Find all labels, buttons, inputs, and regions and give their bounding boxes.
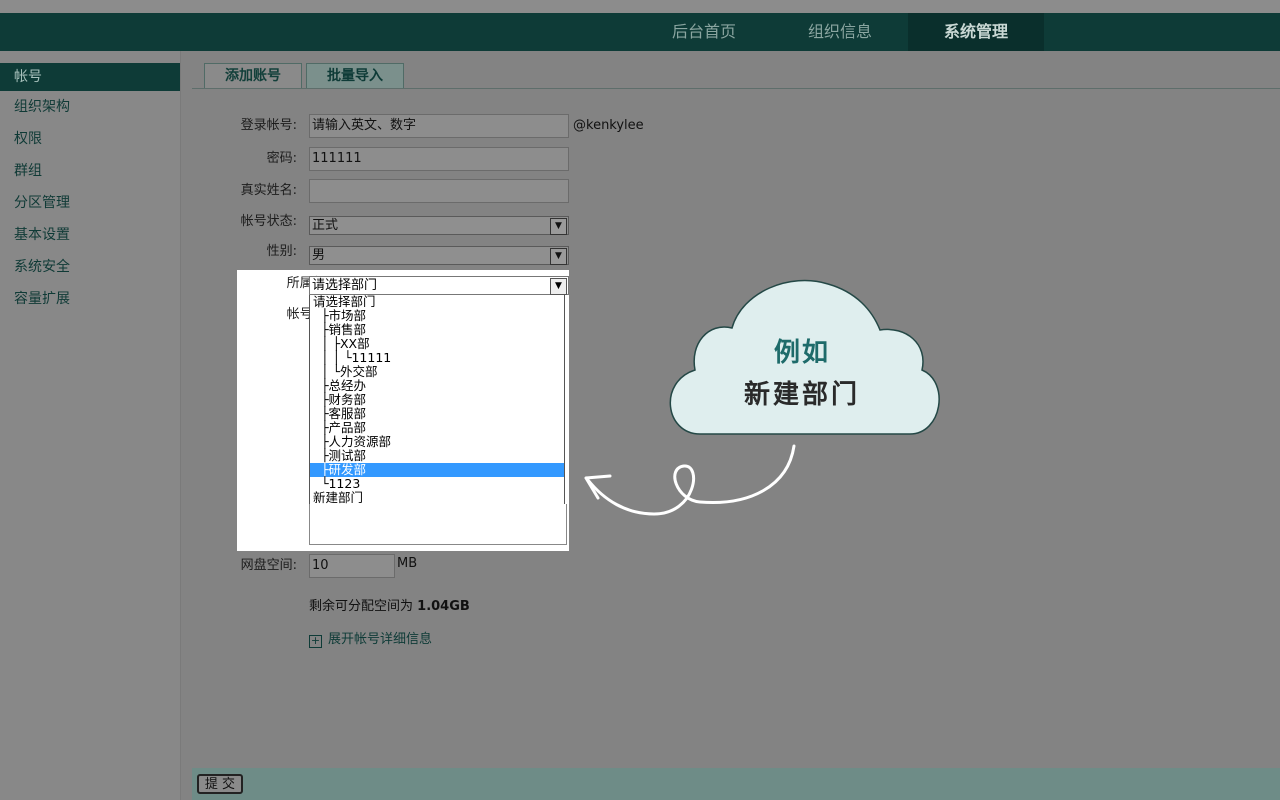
quota-value: 1.04GB bbox=[417, 599, 470, 614]
dept-option[interactable]: ├测试部 bbox=[310, 449, 564, 463]
tab-batch-import[interactable]: 批量导入 bbox=[306, 63, 404, 88]
quota-info: 剩余可分配空间为 1.04GB bbox=[309, 595, 470, 614]
callout-line1: 例如 bbox=[773, 338, 830, 368]
chevron-down-icon[interactable]: ▼ bbox=[550, 218, 567, 235]
dept-option[interactable]: 新建部门 bbox=[310, 491, 564, 505]
login-input[interactable]: 请输入英文、数字 bbox=[309, 114, 569, 138]
callout-line2: 新建部门 bbox=[743, 380, 860, 410]
status-select-value: 正式 bbox=[312, 218, 339, 233]
dept-option[interactable]: │ ├XX部 bbox=[310, 337, 564, 351]
department-options-list[interactable]: 请选择部门 ├市场部 ├销售部 │ ├XX部 │ │ └11111 │ └外交部… bbox=[309, 295, 565, 505]
nav-item-system-admin[interactable]: 系统管理 bbox=[908, 13, 1044, 51]
nav-item-home[interactable]: 后台首页 bbox=[636, 13, 772, 51]
dept-option[interactable]: 请选择部门 bbox=[310, 295, 564, 309]
top-navigation-bar: 后台首页 组织信息 系统管理 bbox=[0, 13, 1280, 51]
department-select-value: 请选择部门 bbox=[312, 278, 378, 293]
form-row-gender: 性别: 男 ▼ bbox=[181, 243, 881, 267]
sidebar-item-basic-settings[interactable]: 基本设置 bbox=[0, 219, 180, 251]
chevron-down-icon[interactable]: ▼ bbox=[550, 278, 567, 295]
form-row-password: 密码: 111111 bbox=[181, 147, 881, 171]
tab-divider bbox=[192, 88, 1280, 89]
sidebar-item-partition[interactable]: 分区管理 bbox=[0, 187, 180, 219]
dept-option[interactable]: ├人力资源部 bbox=[310, 435, 564, 449]
status-select[interactable]: 正式 ▼ bbox=[309, 216, 569, 235]
dept-option[interactable]: ├总经办 bbox=[310, 379, 564, 393]
dept-option[interactable]: ├财务部 bbox=[310, 393, 564, 407]
dept-option[interactable]: ├产品部 bbox=[310, 421, 564, 435]
sidebar-item-account[interactable]: 帐号 bbox=[0, 63, 180, 91]
domain-suffix: @kenkylee bbox=[573, 118, 644, 133]
disk-label: 网盘空间: bbox=[240, 558, 297, 573]
dept-option[interactable]: ├客服部 bbox=[310, 407, 564, 421]
nav-item-org-info[interactable]: 组织信息 bbox=[772, 13, 908, 51]
sidebar-item-org-structure[interactable]: 组织架构 bbox=[0, 91, 180, 123]
expand-details-link[interactable]: + 展开帐号详细信息 bbox=[309, 628, 432, 648]
sidebar: 帐号 组织架构 权限 群组 分区管理 基本设置 系统安全 容量扩展 bbox=[0, 51, 181, 800]
gender-label: 性别: bbox=[266, 244, 297, 259]
realname-label: 真实姓名: bbox=[240, 183, 297, 198]
form-row-disk: 网盘空间: 10 MB bbox=[181, 554, 881, 578]
disk-space-input[interactable]: 10 bbox=[309, 554, 395, 578]
dept-option[interactable]: ├市场部 bbox=[310, 309, 564, 323]
dept-option[interactable]: └1123 bbox=[310, 477, 564, 491]
sidebar-item-capacity[interactable]: 容量扩展 bbox=[0, 283, 180, 315]
gender-select-value: 男 bbox=[312, 248, 326, 263]
sidebar-item-groups[interactable]: 群组 bbox=[0, 155, 180, 187]
plus-icon: + bbox=[309, 634, 322, 648]
footer-bar: 提 交 bbox=[192, 768, 1280, 800]
form-row-realname: 真实姓名: bbox=[181, 179, 881, 203]
sidebar-item-security[interactable]: 系统安全 bbox=[0, 251, 180, 283]
dept-option[interactable]: ├销售部 bbox=[310, 323, 564, 337]
top-strip bbox=[0, 0, 1280, 13]
tab-bar: 添加账号 批量导入 bbox=[204, 63, 408, 88]
form-row-login: 登录帐号: 请输入英文、数字 @kenkylee bbox=[181, 114, 881, 138]
quota-prefix: 剩余可分配空间为 bbox=[309, 599, 414, 614]
password-label: 密码: bbox=[266, 151, 297, 166]
tab-add-account[interactable]: 添加账号 bbox=[204, 63, 302, 88]
cloud-callout: 例如 新建部门 bbox=[660, 274, 944, 444]
password-input[interactable]: 111111 bbox=[309, 147, 569, 171]
curved-arrow-icon bbox=[584, 444, 796, 516]
disk-unit: MB bbox=[397, 556, 418, 571]
realname-input[interactable] bbox=[309, 179, 569, 203]
form-row-status: 帐号状态: 正式 ▼ bbox=[181, 213, 881, 237]
chevron-down-icon[interactable]: ▼ bbox=[550, 248, 567, 265]
login-label: 登录帐号: bbox=[240, 118, 297, 133]
status-label: 帐号状态: bbox=[240, 214, 297, 229]
gender-select[interactable]: 男 ▼ bbox=[309, 246, 569, 265]
sidebar-item-permissions[interactable]: 权限 bbox=[0, 123, 180, 155]
dept-option[interactable]: ├研发部 bbox=[310, 463, 564, 477]
department-dropdown-highlight: 所属部门: 帐号权限: 请选择部门 ▼ 请选择部门 ├市场部 ├销售部 │ ├X… bbox=[237, 270, 569, 551]
expand-details-label: 展开帐号详细信息 bbox=[328, 632, 433, 647]
submit-button[interactable]: 提 交 bbox=[197, 774, 243, 794]
dept-option[interactable]: │ └外交部 bbox=[310, 365, 564, 379]
main-nav: 后台首页 组织信息 系统管理 bbox=[636, 13, 1044, 51]
permission-box[interactable] bbox=[309, 504, 567, 545]
department-select[interactable]: 请选择部门 ▼ bbox=[309, 276, 569, 295]
dept-option[interactable]: │ │ └11111 bbox=[310, 351, 564, 365]
